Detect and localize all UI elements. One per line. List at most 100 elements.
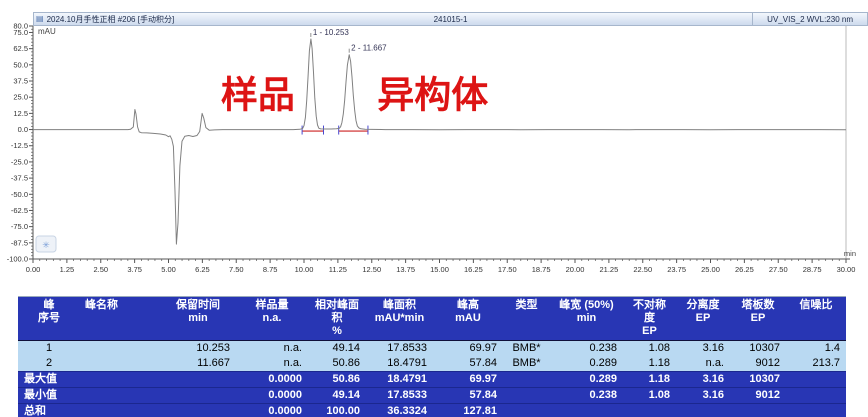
table-cell: 69.97 xyxy=(433,341,503,357)
table-cell: 0.238 xyxy=(550,388,623,404)
table-cell: 50.86 xyxy=(308,372,366,388)
y-tick-label: 0.0 xyxy=(18,125,28,134)
table-cell: 0.289 xyxy=(550,356,623,372)
y-tick-label: -100.0 xyxy=(7,255,28,264)
table-cell xyxy=(80,404,160,417)
table-cell xyxy=(80,356,160,372)
table-cell: 0.0000 xyxy=(236,372,308,388)
column-header-unit xyxy=(791,312,841,325)
y-tick-label: 75.0 xyxy=(13,28,28,37)
peak-row[interactable]: 211.667n.a.50.8618.479157.84BMB*0.2891.1… xyxy=(18,356,846,372)
column-header-unit: min xyxy=(555,312,618,325)
y-tick-label: -62.5 xyxy=(11,206,28,215)
table-cell xyxy=(160,372,236,388)
table-cell: 10.253 xyxy=(160,341,236,357)
chromatogram-plot: 80.075.062.550.037.525.012.50.0-12.5-25.… xyxy=(0,0,868,290)
x-tick-label: 16.25 xyxy=(464,265,483,274)
column-header-title: 样品量 xyxy=(241,299,303,312)
y-tick-label: -87.5 xyxy=(11,238,28,247)
y-axis-unit-label: mAU xyxy=(38,27,56,36)
table-cell xyxy=(80,388,160,404)
column-header-title: 类型 xyxy=(508,299,545,312)
column-header: 峰高mAU xyxy=(433,297,503,341)
table-cell: 1.18 xyxy=(623,356,676,372)
column-header-title: 峰面积 xyxy=(371,299,428,312)
x-tick-label: 17.50 xyxy=(498,265,517,274)
annotation-text: 样品 xyxy=(221,75,295,116)
x-tick-label: 21.25 xyxy=(599,265,618,274)
y-tick-label: 37.5 xyxy=(13,77,28,86)
watermark-glyph: ✳ xyxy=(42,240,50,250)
table-cell: 57.84 xyxy=(433,356,503,372)
table-cell: 3.16 xyxy=(676,341,730,357)
peak-row[interactable]: 110.253n.a.49.1417.853369.97BMB*0.2381.0… xyxy=(18,341,846,357)
column-header: 样品量n.a. xyxy=(236,297,308,341)
table-cell: 最大值 xyxy=(18,372,80,388)
table-cell: 1.4 xyxy=(786,341,846,357)
chromatogram-trace xyxy=(33,39,846,244)
table-cell: 18.4791 xyxy=(366,356,433,372)
column-header-title: 信噪比 xyxy=(791,299,841,312)
column-header-title: 峰名称 xyxy=(85,299,155,312)
table-cell: 17.8533 xyxy=(366,341,433,357)
table-cell: 69.97 xyxy=(433,372,503,388)
peak-results-table: 峰序号峰名称 保留时间min样品量n.a.相对峰面积%峰面积mAU*min峰高m… xyxy=(18,296,846,417)
table-cell: 10307 xyxy=(730,341,786,357)
table-cell: 100.00 xyxy=(308,404,366,417)
table-cell: 0.289 xyxy=(550,372,623,388)
column-header-unit: EP xyxy=(681,312,725,325)
table-cell: 36.3324 xyxy=(366,404,433,417)
x-tick-label: 2.50 xyxy=(93,265,108,274)
column-header-title: 峰高 xyxy=(438,299,498,312)
table-cell xyxy=(80,341,160,357)
table-cell: 0.0000 xyxy=(236,404,308,417)
y-tick-label: -25.0 xyxy=(11,157,28,166)
table-cell: 总和 xyxy=(18,404,80,417)
y-tick-label: -50.0 xyxy=(11,190,28,199)
column-header-title: 保留时间 xyxy=(165,299,231,312)
column-header: 峰宽 (50%)min xyxy=(550,297,623,341)
column-header-unit: EP xyxy=(628,325,671,338)
column-header-unit: % xyxy=(313,325,361,338)
column-header-unit: mAU*min xyxy=(371,312,428,325)
table-body: 110.253n.a.49.1417.853369.97BMB*0.2381.0… xyxy=(18,341,846,417)
peak-label: 1 - 10.253 xyxy=(313,28,350,37)
x-tick-label: 28.75 xyxy=(803,265,822,274)
column-header-unit: mAU xyxy=(438,312,498,325)
x-tick-label: 30.00 xyxy=(837,265,856,274)
x-tick-label: 8.75 xyxy=(263,265,278,274)
table-cell: 0.238 xyxy=(550,341,623,357)
x-tick-label: 22.50 xyxy=(633,265,652,274)
column-header: 峰序号 xyxy=(18,297,80,341)
table-cell: 11.667 xyxy=(160,356,236,372)
column-header-title: 不对称度 xyxy=(628,299,671,325)
x-tick-label: 27.50 xyxy=(769,265,788,274)
summary-row[interactable]: 最大值0.000050.8618.479169.970.2891.183.161… xyxy=(18,372,846,388)
table-cell xyxy=(786,388,846,404)
column-header-unit: min xyxy=(165,312,231,325)
table-cell: 9012 xyxy=(730,388,786,404)
annotation-text: 异构体 xyxy=(377,75,488,116)
table-cell: 49.14 xyxy=(308,341,366,357)
x-axis-unit-label: min xyxy=(844,249,856,258)
table-cell: 3.16 xyxy=(676,372,730,388)
table-cell xyxy=(503,372,550,388)
table-cell: 213.7 xyxy=(786,356,846,372)
x-tick-label: 15.00 xyxy=(430,265,449,274)
y-tick-label: 50.0 xyxy=(13,60,28,69)
summary-row[interactable]: 总和 0.0000100.0036.3324127.81 xyxy=(18,404,846,417)
table-cell xyxy=(160,404,236,417)
x-tick-label: 7.50 xyxy=(229,265,244,274)
y-tick-label: -37.5 xyxy=(11,174,28,183)
table-cell: 10307 xyxy=(730,372,786,388)
summary-row[interactable]: 最小值0.000049.1417.853357.840.2381.083.169… xyxy=(18,388,846,404)
table-cell: n.a. xyxy=(236,356,308,372)
table-cell: 127.81 xyxy=(433,404,503,417)
x-tick-label: 20.00 xyxy=(566,265,585,274)
table-cell: 2 xyxy=(18,356,80,372)
column-header: 塔板数EP xyxy=(730,297,786,341)
table-cell xyxy=(503,404,550,417)
table-cell: 1 xyxy=(18,341,80,357)
table-header: 峰序号峰名称 保留时间min样品量n.a.相对峰面积%峰面积mAU*min峰高m… xyxy=(18,297,846,341)
x-tick-label: 13.75 xyxy=(396,265,415,274)
